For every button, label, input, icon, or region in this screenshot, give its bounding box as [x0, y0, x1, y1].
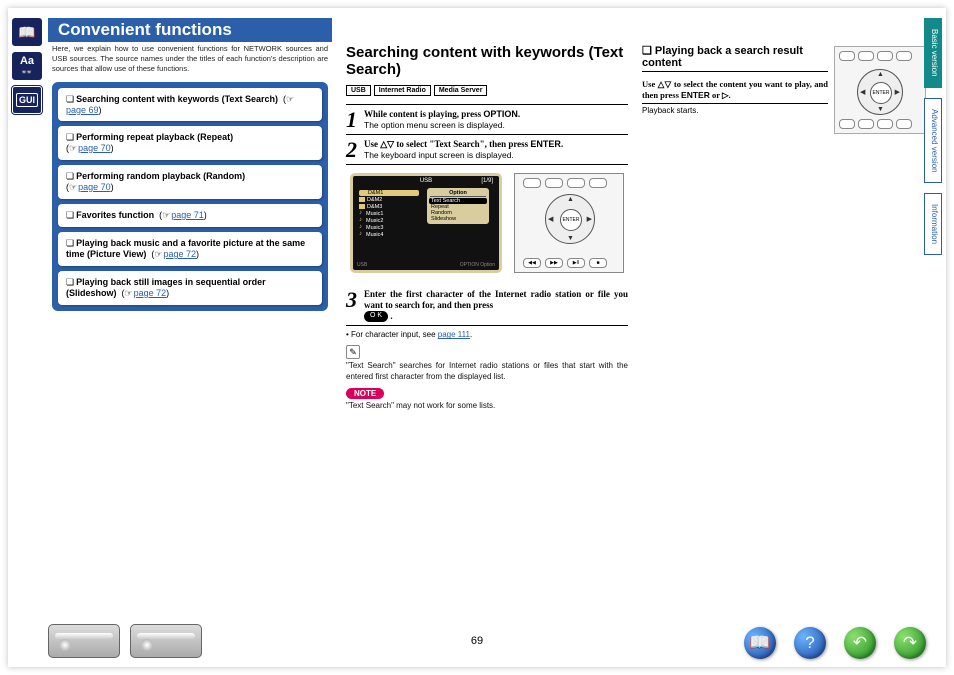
page-111-link[interactable]: page 111 [438, 330, 470, 339]
gui-icon[interactable]: GUI [12, 86, 42, 114]
step-2: 2 Use △▽ to select "Text Search", then p… [346, 135, 628, 165]
toc-item[interactable]: ❏Performing repeat playback (Repeat) (☞p… [58, 126, 322, 160]
toc-link[interactable]: page 70 [78, 182, 111, 192]
toc-link[interactable]: page 72 [163, 249, 196, 259]
book-icon[interactable]: 📖 [12, 18, 42, 46]
screenshot-figure: USB [1/9] D&M1 D&M2 D&M3 ♪Music1 ♪Music2… [346, 171, 628, 279]
right-column: ❏ Playing back a search result content U… [642, 44, 828, 115]
nav-back-button[interactable]: ↶ [844, 627, 876, 659]
note-text: "Text Search" may not work for some list… [346, 401, 628, 411]
toc-item[interactable]: ❏Searching content with keywords (Text S… [58, 88, 322, 121]
sub-heading: ❏ Playing back a search result content [642, 44, 828, 72]
tag-media-server: Media Server [434, 85, 488, 96]
note-badge: NOTE [346, 388, 384, 399]
remote-diagram-small: ▲▼ ◀▶ ENTER [834, 46, 926, 134]
tag-usb: USB [346, 85, 371, 96]
toc-item[interactable]: ❏Playing back music and a favorite pictu… [58, 232, 322, 266]
toc-link[interactable]: page 69 [66, 105, 99, 115]
tip-text: "Text Search" searches for Internet radi… [346, 361, 628, 382]
step-3: 3 Enter the first character of the Inter… [346, 285, 628, 327]
step-1: 1 While content is playing, press OPTION… [346, 105, 628, 135]
toc-link[interactable]: page 71 [171, 210, 204, 220]
nav-book-button[interactable]: 📖 [744, 627, 776, 659]
source-tags: USB Internet Radio Media Server [346, 85, 628, 98]
left-icon-rail: 📖 Aa 👓 GUI [12, 18, 44, 114]
toc-item[interactable]: ❏Favorites function (☞page 71) [58, 204, 322, 227]
toc-link[interactable]: page 72 [134, 288, 167, 298]
side-tabs: Basic version Advanced version Informati… [924, 18, 942, 255]
nav-help-button[interactable]: ? [794, 627, 826, 659]
device-image-front[interactable] [48, 624, 120, 658]
section-heading: Searching content with keywords (Text Se… [346, 44, 628, 79]
tag-internet-radio: Internet Radio [374, 85, 431, 96]
tab-basic[interactable]: Basic version [924, 18, 942, 88]
intro-text: Here, we explain how to use convenient f… [52, 44, 328, 73]
toc-item[interactable]: ❏Performing random playback (Random) (☞p… [58, 165, 322, 199]
middle-column: Searching content with keywords (Text Se… [346, 44, 628, 411]
tab-advanced[interactable]: Advanced version [924, 98, 942, 184]
toc-link[interactable]: page 70 [78, 143, 111, 153]
tip-icon: ✎ [346, 345, 360, 359]
toc-panel: ❏Searching content with keywords (Text S… [52, 82, 328, 311]
tv-screenshot: USB [1/9] D&M1 D&M2 D&M3 ♪Music1 ♪Music2… [350, 173, 502, 273]
footer: 69 📖 ? ↶ ↷ [8, 621, 946, 661]
ok-badge: O K [364, 311, 388, 322]
char-input-note: • For character input, see page 111. [346, 330, 628, 339]
page-number: 69 [471, 635, 483, 647]
aa-icon[interactable]: Aa 👓 [12, 52, 42, 80]
device-image-rear[interactable] [130, 624, 202, 658]
nav-forward-button[interactable]: ↷ [894, 627, 926, 659]
page-title-bar: Convenient functions [48, 18, 332, 42]
instruction-sub: Playback starts. [642, 106, 828, 115]
tab-information[interactable]: Information [924, 193, 942, 255]
instruction-box: Use △▽ to select the content you want to… [642, 76, 828, 104]
toc-item[interactable]: ❏Playing back still images in sequential… [58, 271, 322, 305]
remote-diagram: ▲▼◀▶ ENTER ◀◀▶▶▶II■ [514, 173, 624, 273]
